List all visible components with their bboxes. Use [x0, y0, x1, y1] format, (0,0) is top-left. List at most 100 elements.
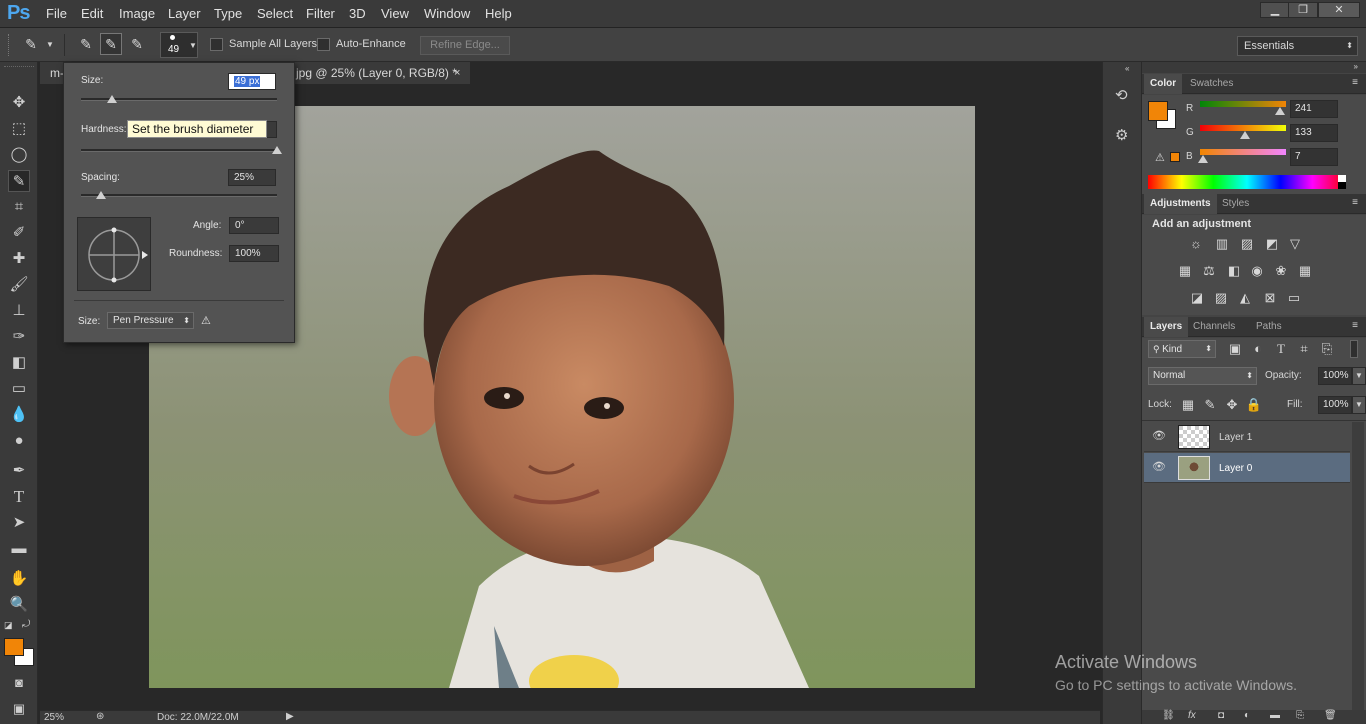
menu-edit[interactable]: Edit — [81, 6, 103, 21]
menu-layer[interactable]: Layer — [168, 6, 201, 21]
r-slider[interactable] — [1200, 101, 1286, 107]
exposure-icon[interactable]: ◩ — [1263, 236, 1281, 252]
spacing-slider[interactable] — [81, 191, 277, 199]
opacity-arrow-icon[interactable]: ▼ — [1352, 367, 1366, 385]
hand-tool-icon[interactable]: ✋ — [8, 568, 30, 590]
menu-help[interactable]: Help — [485, 6, 512, 21]
r-value[interactable]: 241 — [1290, 100, 1338, 118]
adjustment-filter-icon[interactable]: ◐ — [1249, 341, 1267, 357]
threshold-icon[interactable]: ◭ — [1236, 290, 1254, 306]
history-brush-tool-icon[interactable]: ✑ — [8, 326, 30, 348]
visibility-eye-icon[interactable]: 👁 — [1152, 460, 1166, 473]
layer-row-layer-0[interactable]: 👁 Layer 0 — [1144, 453, 1350, 483]
brush-angle-preview[interactable] — [77, 217, 151, 291]
panel-menu-icon[interactable]: ≡ — [1352, 197, 1358, 208]
menu-select[interactable]: Select — [257, 6, 293, 21]
roundness-input[interactable]: 100% — [229, 245, 279, 262]
new-group-icon[interactable]: ▬ — [1270, 710, 1280, 721]
menu-window[interactable]: Window — [424, 6, 470, 21]
menu-type[interactable]: Type — [214, 6, 242, 21]
restore-button[interactable]: ❐ — [1288, 2, 1318, 18]
delete-layer-icon[interactable]: 🗑 — [1324, 710, 1337, 721]
posterize-icon[interactable]: ▨ — [1212, 290, 1230, 306]
sample-all-layers-checkbox[interactable] — [210, 38, 223, 51]
menu-3d[interactable]: 3D — [349, 6, 366, 21]
lasso-tool-icon[interactable]: ◯ — [8, 144, 30, 166]
tab-channels[interactable]: Channels — [1187, 317, 1241, 337]
b-slider[interactable] — [1200, 149, 1286, 155]
minimize-button[interactable]: ▁ — [1260, 2, 1290, 18]
brush-picker[interactable]: 49 ▼ — [160, 32, 198, 58]
collapse-arrows-icon[interactable]: « — [1125, 64, 1129, 73]
hardness-slider-thumb[interactable] — [272, 146, 282, 154]
tab-swatches[interactable]: Swatches — [1184, 74, 1239, 94]
color-ramp[interactable] — [1148, 175, 1346, 189]
menu-file[interactable]: File — [46, 6, 67, 21]
history-panel-icon[interactable]: ⟲ — [1115, 86, 1128, 104]
angle-input[interactable]: 0° — [229, 217, 279, 234]
spacing-slider-thumb[interactable] — [95, 191, 106, 199]
dock-collapse-icon[interactable]: » — [1354, 62, 1358, 71]
pen-tool-icon[interactable]: ✒ — [8, 460, 30, 482]
layer-0-name[interactable]: Layer 0 — [1219, 463, 1252, 474]
swap-colors-icon[interactable]: ⤾ — [22, 619, 30, 630]
status-menu-arrow-icon[interactable]: ▶ — [286, 711, 294, 722]
color-balance-icon[interactable]: ⚖ — [1200, 263, 1218, 279]
quick-selection-tool-icon[interactable]: ✎ — [8, 170, 30, 192]
tab-color[interactable]: Color — [1144, 74, 1183, 94]
foreground-color-swatch[interactable] — [4, 638, 24, 656]
hardness-slider[interactable] — [81, 146, 282, 154]
smart-object-filter-icon[interactable]: ⎘ — [1318, 341, 1336, 357]
blend-mode-select[interactable]: Normal ⬍ — [1148, 367, 1257, 385]
r-slider-thumb[interactable] — [1275, 107, 1285, 115]
black-swatch[interactable] — [1338, 182, 1346, 189]
color-lookup-icon[interactable]: ▦ — [1296, 263, 1314, 279]
path-selection-tool-icon[interactable]: ➤ — [8, 512, 30, 534]
layer-filter-select[interactable]: ⚲ Kind ⬍ — [1148, 340, 1216, 358]
auto-enhance-checkbox[interactable] — [317, 38, 330, 51]
pixel-filter-icon[interactable]: ▣ — [1226, 341, 1244, 357]
link-layers-icon[interactable]: ⛓ — [1162, 710, 1175, 721]
tab-layers[interactable]: Layers — [1144, 317, 1189, 337]
foreground-color-chip[interactable] — [1148, 101, 1168, 121]
refine-edge-button[interactable]: Refine Edge... — [420, 36, 510, 55]
default-colors-icon[interactable]: ◪ — [4, 620, 13, 631]
levels-icon[interactable]: ▥ — [1213, 236, 1231, 252]
panel-menu-icon[interactable]: ≡ — [1352, 77, 1358, 88]
close-button[interactable]: ✕ — [1318, 2, 1360, 18]
close-tab-icon[interactable]: × — [454, 62, 460, 84]
clone-stamp-tool-icon[interactable]: ⊥ — [8, 300, 30, 322]
panel-menu-icon[interactable]: ≡ — [1352, 320, 1358, 331]
eyedropper-tool-icon[interactable]: ✐ — [8, 222, 30, 244]
lock-position-icon[interactable]: ✥ — [1223, 397, 1241, 413]
layer-1-name[interactable]: Layer 1 — [1219, 432, 1252, 443]
black-white-icon[interactable]: ◧ — [1225, 263, 1243, 279]
type-tool-icon[interactable]: T — [8, 486, 30, 508]
tool-preset-brush-icon[interactable]: ✎ — [20, 33, 42, 55]
move-tool-icon[interactable]: ✥ — [8, 92, 30, 114]
b-value[interactable]: 7 — [1290, 148, 1338, 166]
eraser-tool-icon[interactable]: ◧ — [8, 352, 30, 374]
subtract-from-selection-icon[interactable]: ✎ — [126, 33, 148, 55]
size-slider[interactable] — [81, 95, 277, 103]
fill-arrow-icon[interactable]: ▼ — [1352, 396, 1366, 414]
brush-tool-icon[interactable]: 🖌 — [8, 274, 30, 296]
size-input[interactable]: 49 px — [228, 73, 276, 90]
lock-transparent-icon[interactable]: ▦ — [1179, 397, 1197, 413]
workspace-select[interactable]: Essentials ⬍ — [1237, 36, 1358, 56]
add-to-selection-icon[interactable]: ✎ — [100, 33, 122, 55]
new-layer-icon[interactable]: ⎘ — [1296, 710, 1304, 721]
properties-panel-icon[interactable]: ⚙ — [1115, 126, 1128, 144]
new-adjustment-icon[interactable]: ◐ — [1244, 710, 1250, 721]
dodge-tool-icon[interactable]: ● — [8, 430, 30, 452]
tab-paths[interactable]: Paths — [1250, 317, 1288, 337]
brightness-contrast-icon[interactable]: ☼ — [1187, 236, 1205, 252]
menu-image[interactable]: Image — [119, 6, 155, 21]
preset-dropdown-icon[interactable]: ▼ — [46, 40, 54, 49]
spacing-input[interactable]: 25% — [228, 169, 276, 186]
lock-image-icon[interactable]: ✎ — [1201, 397, 1219, 413]
gamut-color-chip[interactable] — [1170, 152, 1180, 162]
layer-style-icon[interactable]: fx — [1188, 710, 1196, 721]
vibrance-icon[interactable]: ▽ — [1286, 236, 1304, 252]
g-value[interactable]: 133 — [1290, 124, 1338, 142]
